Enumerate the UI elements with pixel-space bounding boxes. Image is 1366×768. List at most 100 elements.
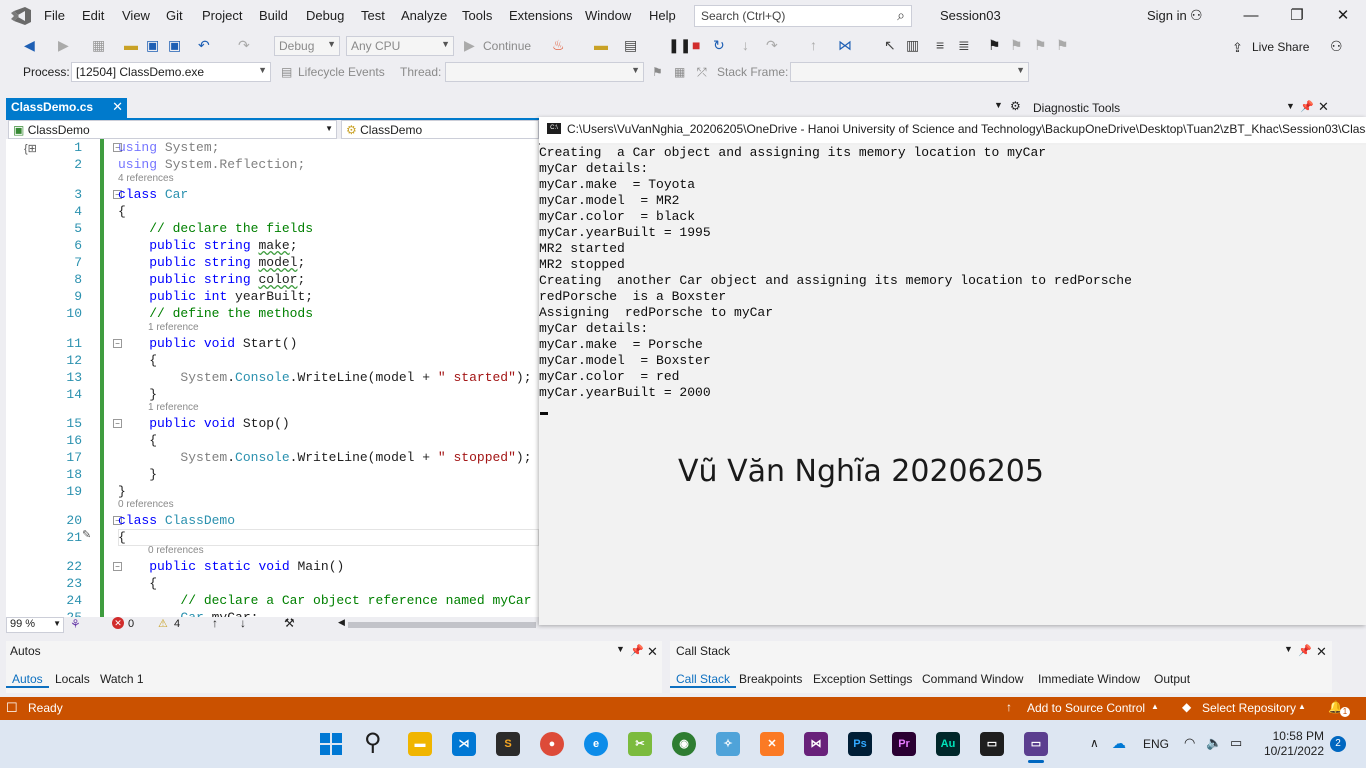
callstack-pin-icon[interactable]: 📌 — [1298, 644, 1312, 657]
photoshop-icon[interactable]: Ps — [848, 732, 872, 756]
continue-icon[interactable]: ▶ — [464, 37, 475, 54]
save-all-icon[interactable]: ▣ — [168, 37, 181, 54]
chrome-icon[interactable]: ● — [540, 732, 564, 756]
audition-icon[interactable]: Au — [936, 732, 960, 756]
callstack-close-icon[interactable]: ✕ — [1316, 644, 1327, 660]
back-icon[interactable]: ◀ — [24, 37, 35, 54]
autos-dropdown-icon[interactable]: ▼ — [616, 644, 625, 654]
menu-build[interactable]: Build — [259, 8, 288, 23]
menu-analyze[interactable]: Analyze — [401, 8, 447, 23]
tab-exception-settings[interactable]: Exception Settings — [807, 672, 918, 686]
snipping-tool-icon[interactable]: ✂ — [628, 732, 652, 756]
autos-pin-icon[interactable]: 📌 — [630, 644, 644, 657]
bookmark-icon[interactable]: ⚑ — [988, 37, 1001, 54]
scroll-left-icon[interactable]: ◀ — [338, 617, 345, 628]
codelens-references[interactable]: 1 reference — [148, 322, 199, 333]
add-to-source-control-button[interactable]: Add to Source Control — [1027, 701, 1145, 715]
console-taskbar-icon[interactable]: ▭ — [1024, 732, 1048, 756]
diagnostic-pin-icon[interactable]: 📌 — [1300, 100, 1314, 113]
source-control-up-icon[interactable]: ▲ — [1151, 702, 1159, 711]
cursor-icon[interactable]: ↖ — [884, 37, 896, 54]
edge-icon[interactable]: e — [584, 732, 608, 756]
feedback-icon[interactable]: ⚇ — [1330, 38, 1343, 55]
tab-overflow-icon[interactable]: ▼ — [994, 100, 1003, 110]
warning-count[interactable]: 4 — [174, 618, 180, 630]
browse-icon[interactable]: ▬ — [594, 37, 608, 53]
horizontal-scrollbar[interactable] — [348, 622, 536, 628]
repository-up-icon[interactable]: ▲ — [1298, 702, 1306, 711]
onedrive-icon[interactable]: ☁ — [1112, 735, 1126, 752]
error-icon[interactable]: ✕ — [112, 617, 124, 629]
tools-app-icon[interactable]: ✧ — [716, 732, 740, 756]
menu-test[interactable]: Test — [361, 8, 385, 23]
code-cleanup-icon[interactable]: ⚒ — [284, 616, 295, 630]
hot-reload-icon[interactable]: ♨ — [552, 37, 565, 54]
show-hidden-icons[interactable]: ∧ — [1090, 736, 1099, 750]
process-select[interactable]: [12504] ClassDemo.exe ▼ — [71, 62, 271, 82]
volume-icon[interactable]: 🔈 — [1206, 735, 1222, 751]
thread-select[interactable]: ▼ — [445, 62, 644, 82]
threads-icon[interactable]: ▥ — [906, 37, 919, 54]
menu-edit[interactable]: Edit — [82, 8, 104, 23]
codelens-references[interactable]: 1 reference — [148, 402, 199, 413]
codelens-references[interactable]: 0 references — [148, 545, 204, 556]
comment-icon[interactable]: ≡ — [936, 37, 944, 53]
error-count[interactable]: 0 — [128, 618, 134, 630]
uncomment-icon[interactable]: ≣ — [958, 37, 970, 54]
step-over-icon[interactable]: ↷ — [766, 37, 778, 54]
diagnostic-close-icon[interactable]: ✕ — [1318, 99, 1329, 115]
menu-help[interactable]: Help — [649, 8, 676, 23]
live-share-button[interactable]: Live Share — [1252, 40, 1309, 54]
layout-icon[interactable]: ▤ — [624, 37, 637, 54]
undo-icon[interactable]: ↶ — [198, 37, 210, 54]
tab-call-stack[interactable]: Call Stack — [670, 672, 737, 688]
callstack-dropdown-icon[interactable]: ▼ — [1284, 644, 1293, 654]
tab-immediate-window[interactable]: Immediate Window — [1032, 672, 1146, 686]
zoom-select[interactable]: 99 % ▼ — [6, 617, 64, 633]
sign-in-link[interactable]: Sign in — [1147, 8, 1187, 23]
stack-frame-select[interactable]: ▼ — [790, 62, 1029, 82]
terminal-icon[interactable]: ▭ — [980, 732, 1004, 756]
hex-icon[interactable]: ⋈ — [838, 37, 852, 54]
notification-badge[interactable]: 2 — [1330, 736, 1346, 752]
project-nav-select[interactable]: ▣ ClassDemo ▼ — [8, 120, 337, 139]
redo-icon[interactable]: ↷ — [238, 37, 250, 54]
continue-button[interactable]: Continue — [483, 39, 531, 53]
windows-start-icon[interactable] — [320, 733, 342, 755]
close-icon[interactable]: ✕ — [1320, 4, 1366, 28]
menu-debug[interactable]: Debug — [306, 8, 344, 23]
flag-icon[interactable]: ⚑ — [652, 65, 663, 79]
code-editor[interactable]: {⊞ 1 − using System; 2 using System.Refl… — [6, 139, 539, 617]
premiere-icon[interactable]: Pr — [892, 732, 916, 756]
paintbrush-icon[interactable]: ✎ — [82, 528, 91, 541]
codelens-references[interactable]: 0 references — [118, 499, 174, 510]
menu-project[interactable]: Project — [202, 8, 242, 23]
filter-icon[interactable]: ▦ — [674, 65, 685, 79]
tab-autos[interactable]: Autos — [6, 672, 49, 688]
type-nav-select[interactable]: ⚙ ClassDemo — [341, 120, 539, 139]
search-input[interactable]: Search (Ctrl+Q) ⌕ — [694, 5, 912, 27]
tab-command-window[interactable]: Command Window — [916, 672, 1029, 686]
console-title-bar[interactable]: C:\Users\VuVanNghia_20206205\OneDrive - … — [539, 117, 1366, 143]
next-bookmark-icon[interactable]: ⚑ — [1034, 37, 1047, 54]
prev-bookmark-icon[interactable]: ⚑ — [1010, 37, 1023, 54]
menu-window[interactable]: Window — [585, 8, 631, 23]
xampp-icon[interactable]: ✕ — [760, 732, 784, 756]
close-tab-icon[interactable]: ✕ — [112, 99, 123, 115]
vscode-icon[interactable]: ⋊ — [452, 732, 476, 756]
next-issue-icon[interactable]: ↓ — [240, 616, 246, 630]
step-into-icon[interactable]: ↓ — [742, 37, 749, 53]
menu-extensions[interactable]: Extensions — [509, 8, 573, 23]
document-tab[interactable]: ClassDemo.cs ✕ — [6, 98, 127, 118]
tab-output[interactable]: Output — [1148, 672, 1196, 686]
menu-tools[interactable]: Tools — [462, 8, 492, 23]
wifi-icon[interactable]: ◠ — [1184, 735, 1195, 751]
autos-close-icon[interactable]: ✕ — [647, 644, 658, 660]
clock[interactable]: 10:58 PM 10/21/2022 — [1262, 729, 1324, 759]
restart-icon[interactable]: ↻ — [713, 37, 725, 54]
select-repository-button[interactable]: Select Repository — [1202, 701, 1296, 715]
codelens-references[interactable]: 4 references — [118, 173, 174, 184]
clear-bookmarks-icon[interactable]: ⚑ — [1056, 37, 1069, 54]
sublime-text-icon[interactable]: S — [496, 732, 520, 756]
configuration-select[interactable]: Debug ▼ — [274, 36, 340, 56]
